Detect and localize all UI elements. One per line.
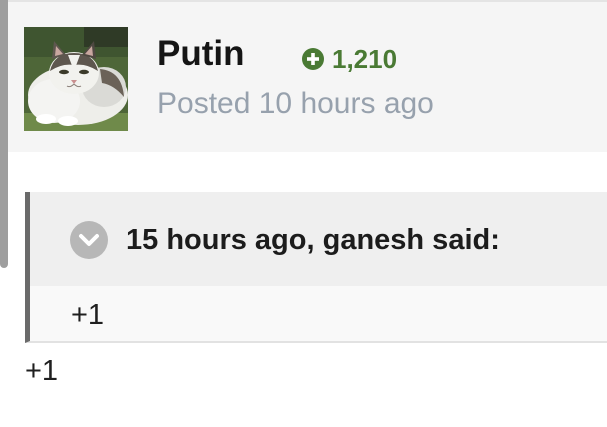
post-timestamp[interactable]: Posted 10 hours ago [157,89,434,119]
author-name[interactable]: Putin [157,36,244,71]
post-body: +1 [25,355,59,387]
quote-citation: 15 hours ago, ganesh said: [30,192,607,286]
quote-block: 15 hours ago, ganesh said: +1 [25,192,607,343]
cat-avatar-image [24,27,128,131]
plus-circle-icon [302,48,324,70]
reputation-count: 1,210 [332,44,398,74]
chevron-down-icon [79,234,99,246]
scroll-indicator[interactable] [0,0,8,268]
avatar[interactable] [24,27,128,131]
quote-citation-text[interactable]: 15 hours ago, ganesh said: [126,226,500,255]
quote-expand-button[interactable] [70,221,108,259]
reputation-badge[interactable]: 1,210 [302,46,397,72]
post-header: Putin 1,210 Posted 10 hours ago [8,2,607,152]
quote-body: +1 [71,299,105,331]
